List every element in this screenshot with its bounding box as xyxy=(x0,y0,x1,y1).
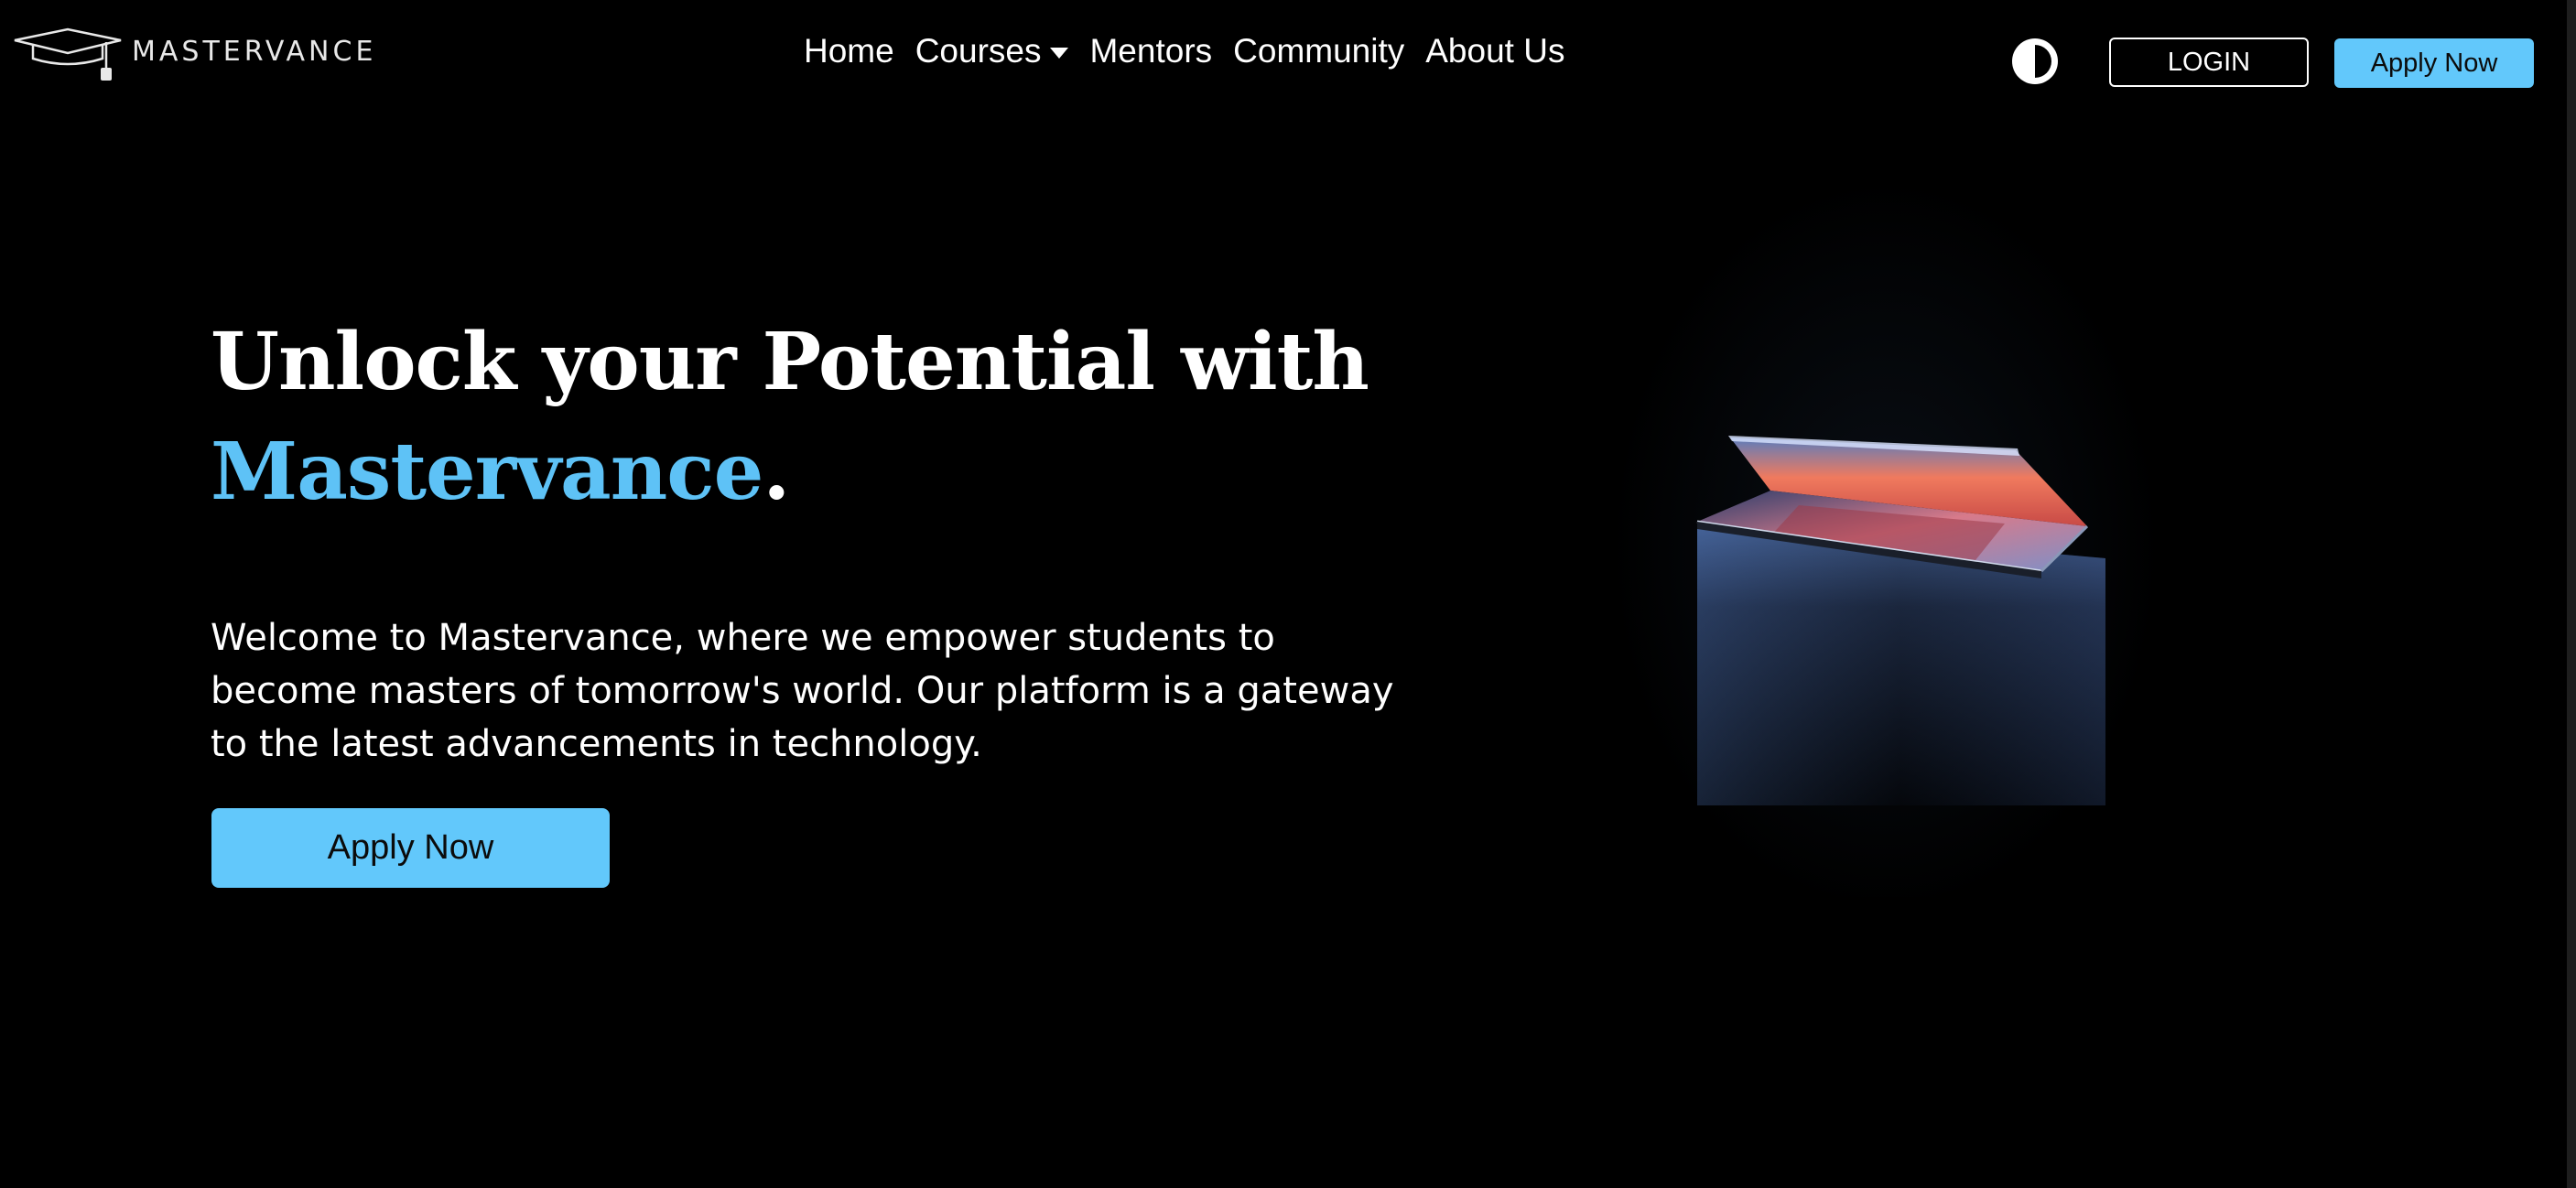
hero-title-period: . xyxy=(763,426,790,518)
nav-mentors[interactable]: Mentors xyxy=(1089,32,1212,70)
graduation-cap-icon xyxy=(14,27,122,81)
main-nav: Home Courses Mentors Community About Us xyxy=(804,24,1564,79)
nav-about-us[interactable]: About Us xyxy=(1425,32,1564,70)
hero-title-line1: Unlock your Potential with xyxy=(211,316,1369,408)
hero-title-brand: Mastervance xyxy=(211,426,763,518)
theme-toggle-button[interactable] xyxy=(2010,37,2060,86)
caret-down-icon xyxy=(1050,48,1069,59)
contrast-icon xyxy=(2012,38,2058,84)
hero-description: Welcome to Mastervance, where we empower… xyxy=(211,617,1394,765)
logo-wordmark: MASTERVANCE xyxy=(132,35,377,68)
site-logo[interactable]: MASTERVANCE xyxy=(13,26,376,84)
page-scrollbar[interactable] xyxy=(2567,0,2576,1188)
apply-now-hero-button[interactable]: Apply Now xyxy=(211,808,610,888)
nav-courses-label: Courses xyxy=(915,32,1042,70)
nav-home[interactable]: Home xyxy=(804,32,894,70)
nav-courses[interactable]: Courses xyxy=(915,32,1069,70)
nav-community[interactable]: Community xyxy=(1233,32,1404,70)
laptop-image xyxy=(1611,165,2160,897)
apply-now-header-button[interactable]: Apply Now xyxy=(2334,38,2534,88)
login-button[interactable]: LOGIN xyxy=(2109,38,2309,87)
hero-title: Unlock your Potential with Mastervance. xyxy=(211,308,1369,527)
